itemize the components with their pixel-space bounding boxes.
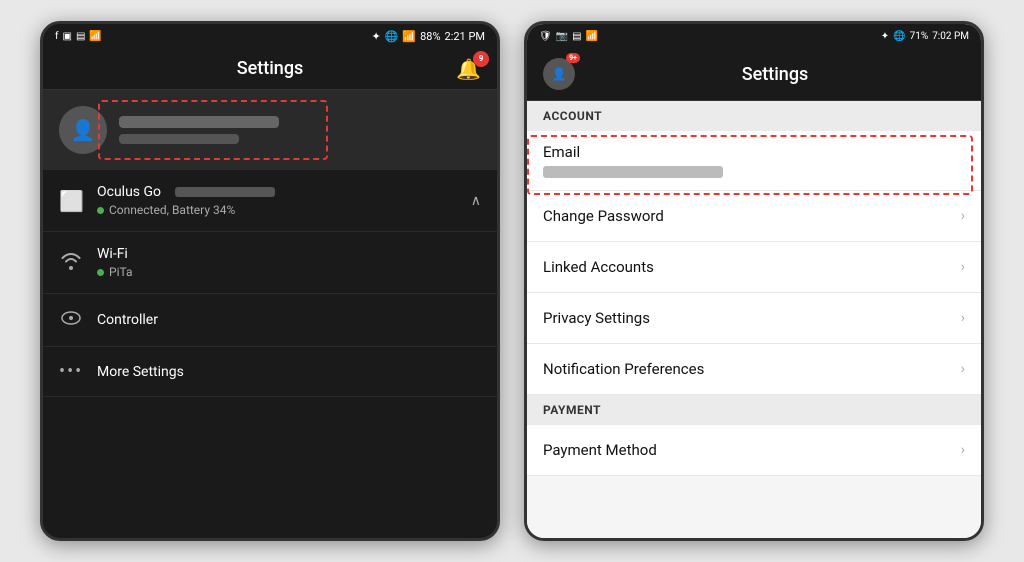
more-settings-item[interactable]: ••• More Settings: [43, 347, 497, 397]
wifi-label: Wi-Fi: [97, 246, 481, 262]
oculus-name: Oculus Go: [97, 184, 457, 200]
bell-icon: 🔔 9: [456, 57, 481, 81]
app-icon: 👤: [552, 67, 567, 81]
right-status-bar: 🛡 📷 ▤ 📶 ✦ 🌐 71% 7:02 PM: [527, 24, 981, 48]
wifi-ssid: PiTa: [109, 265, 133, 279]
change-password-item[interactable]: Change Password ›: [527, 191, 981, 242]
avatar-icon: 👤: [71, 118, 96, 142]
profile-section[interactable]: 👤: [43, 90, 497, 170]
notification-prefs-item[interactable]: Notification Preferences ›: [527, 344, 981, 395]
wifi-item[interactable]: Wi-Fi PiTa: [43, 232, 497, 294]
change-password-chevron: ›: [961, 208, 965, 224]
screenshot-container: f ▣ ▤ 📶 ✦ 🌐 📶 88% 2:21 PM Settings 🔔 9: [0, 0, 1024, 562]
payment-method-chevron: ›: [961, 442, 965, 458]
email-item[interactable]: Email: [527, 131, 981, 191]
wifi-status-icon: 📶: [89, 31, 101, 42]
payment-method-label: Payment Method: [543, 441, 657, 459]
notification-prefs-chevron: ›: [961, 361, 965, 377]
bluetooth2-icon: ✦: [881, 31, 889, 42]
shield-icon: 🛡: [539, 31, 552, 42]
left-phone: f ▣ ▤ 📶 ✦ 🌐 📶 88% 2:21 PM Settings 🔔 9: [40, 21, 500, 541]
time-left: 2:21 PM: [445, 30, 485, 43]
email-value-blur: [543, 166, 723, 178]
email-label: Email: [543, 143, 965, 161]
battery-text: 88%: [420, 30, 440, 43]
privacy-settings-item[interactable]: Privacy Settings ›: [527, 293, 981, 344]
privacy-settings-label: Privacy Settings: [543, 309, 650, 327]
facebook-icon: f: [55, 31, 58, 42]
wifi-info: Wi-Fi PiTa: [97, 246, 481, 279]
left-status-icons: f ▣ ▤ 📶: [55, 31, 102, 42]
privacy-settings-chevron: ›: [961, 310, 965, 326]
profile-name-blur: [119, 116, 279, 128]
signal-icon: 📶: [402, 30, 416, 43]
wifi-dot: [97, 269, 104, 276]
profile-sub-blur: [119, 134, 239, 144]
camera-icon: 📷: [556, 31, 568, 42]
oculus-status: Connected, Battery 34%: [97, 203, 457, 217]
left-header-title: Settings: [237, 58, 304, 79]
payment-section-header: PAYMENT: [527, 395, 981, 425]
controller-item[interactable]: Controller: [43, 294, 497, 347]
device-list: ⬜ Oculus Go Connected, Battery 34% ∧: [43, 170, 497, 538]
left-status-bar: f ▣ ▤ 📶 ✦ 🌐 📶 88% 2:21 PM: [43, 24, 497, 48]
cast2-icon: ▤: [572, 31, 581, 42]
right-header-title: Settings: [585, 64, 965, 85]
more-settings-label: More Settings: [97, 364, 481, 380]
wifi-status: PiTa: [97, 265, 481, 279]
right-status-left-icons: 🛡 📷 ▤ 📶: [539, 31, 598, 42]
right-status-icons: ✦ 🌐 📶 88% 2:21 PM: [371, 30, 485, 43]
right-phone: 🛡 📷 ▤ 📶 ✦ 🌐 71% 7:02 PM 👤 9+ Settings: [524, 21, 984, 541]
more-settings-info: More Settings: [97, 364, 481, 380]
app-badge: 9+: [566, 53, 580, 63]
cast-icon: ▤: [76, 31, 85, 42]
controller-info: Controller: [97, 312, 481, 328]
right-status-right-icons: ✦ 🌐 71% 7:02 PM: [881, 31, 969, 42]
app-avatar: 👤 9+: [543, 58, 575, 90]
time-right: 7:02 PM: [932, 31, 969, 42]
avatar: 👤: [59, 106, 107, 154]
media-icon: ▣: [62, 31, 71, 42]
linked-accounts-chevron: ›: [961, 259, 965, 275]
battery2-text: 71%: [910, 31, 929, 42]
settings-list: ACCOUNT Email Change Password › Linked A…: [527, 101, 981, 538]
bluetooth-icon: ✦: [371, 30, 380, 43]
oculus-info: Oculus Go Connected, Battery 34%: [97, 184, 457, 217]
bell-badge: 9: [473, 51, 489, 67]
signal2-icon: 🌐: [893, 31, 905, 42]
wifi-icon: 🌐: [385, 30, 399, 43]
profile-info: [119, 116, 481, 144]
connected-dot: [97, 207, 104, 214]
linked-accounts-label: Linked Accounts: [543, 258, 654, 276]
payment-method-item[interactable]: Payment Method ›: [527, 425, 981, 476]
oculus-name-blur: [175, 187, 275, 197]
wifi2-icon: 📶: [586, 31, 598, 42]
notification-bell[interactable]: 🔔 9: [456, 57, 481, 81]
more-icon: •••: [59, 361, 83, 382]
notification-prefs-label: Notification Preferences: [543, 360, 704, 378]
wifi-device-icon: [59, 251, 83, 275]
expand-icon: ∧: [471, 193, 481, 209]
headset-icon: ⬜: [59, 189, 83, 213]
controller-icon: [59, 308, 83, 332]
account-section-header: ACCOUNT: [527, 101, 981, 131]
left-app-header: Settings 🔔 9: [43, 48, 497, 90]
change-password-label: Change Password: [543, 207, 664, 225]
oculus-go-item[interactable]: ⬜ Oculus Go Connected, Battery 34% ∧: [43, 170, 497, 232]
right-app-header: 👤 9+ Settings: [527, 48, 981, 101]
oculus-status-text: Connected, Battery 34%: [109, 203, 235, 217]
controller-label: Controller: [97, 312, 481, 328]
linked-accounts-item[interactable]: Linked Accounts ›: [527, 242, 981, 293]
